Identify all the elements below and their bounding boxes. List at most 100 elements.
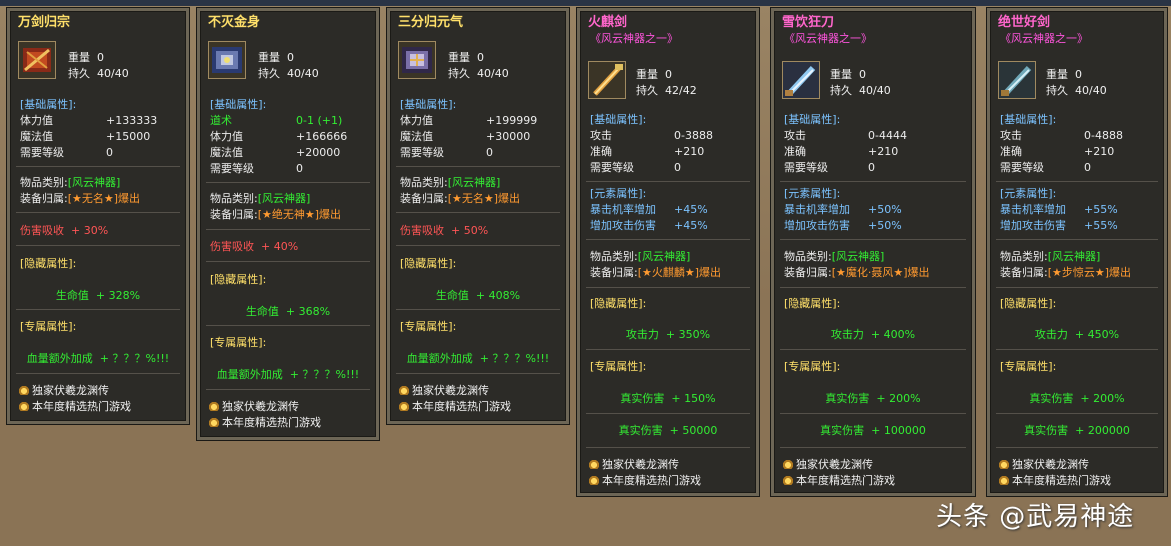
owner-label: 装备归属: xyxy=(20,192,68,205)
divider xyxy=(780,181,966,182)
attr-value: +45% xyxy=(674,219,708,232)
footer-text: 本年度精选热门游戏 xyxy=(412,400,511,413)
attr-value: +199999 xyxy=(486,114,538,127)
item-title: 不灭金身 xyxy=(208,15,261,30)
divider xyxy=(780,239,966,240)
attr-name: 体力值 xyxy=(20,114,53,127)
footer-line: 本年度精选热门游戏 xyxy=(782,473,895,489)
attr-name: 魔法值 xyxy=(20,130,53,143)
attr-row: 准确 +210 xyxy=(590,144,704,160)
divider xyxy=(586,349,750,350)
sword-item-icon xyxy=(998,61,1036,99)
footer-line: 独家伏羲龙渊传 xyxy=(782,457,873,473)
footer-line: 本年度精选热门游戏 xyxy=(588,473,701,489)
crown-icon xyxy=(588,475,600,485)
footer-line: 本年度精选热门游戏 xyxy=(398,399,511,415)
divider xyxy=(780,349,966,350)
category-value: [风云神器] xyxy=(67,176,121,189)
damage-absorb-text: 伤害吸收 + 40% xyxy=(210,240,299,253)
footer-text: 本年度精选热门游戏 xyxy=(602,474,701,487)
divider xyxy=(206,325,370,326)
owner-label: 装备归属: xyxy=(590,266,638,279)
hidden-attr-label: [隐藏属性]: xyxy=(590,297,647,310)
footer-line: 本年度精选热门游戏 xyxy=(18,399,131,415)
owner-label: 装备归属: xyxy=(784,266,832,279)
owner-value: [★魔化·聂风★]爆出 xyxy=(831,266,930,279)
element-attr-label: [元素属性]: xyxy=(1000,187,1057,200)
owner-label: 装备归属: xyxy=(1000,266,1048,279)
footer-text: 独家伏羲龙渊传 xyxy=(796,458,873,471)
attr-row: 需要等级 0 xyxy=(400,145,493,161)
owner-row: 装备归属:[★无名★]爆出 xyxy=(20,191,140,207)
hidden-attr-value: 生命值 + 368% xyxy=(245,305,331,318)
hidden-attr-value: 攻击力 + 450% xyxy=(1034,328,1120,341)
exclusive-attr-value: 真实伤害 + 200% xyxy=(825,392,921,405)
attr-row: 需要等级 0 xyxy=(1000,160,1091,176)
owner-row: 装备归属:[★步惊云★]爆出 xyxy=(1000,265,1131,281)
attr-value: +15000 xyxy=(106,130,151,143)
attr-value: +166666 xyxy=(296,130,348,143)
item-tooltip-wanjianguizong: 万剑归宗 重量 0 持久 40/40 [基础属性]: 体力值 +133333 魔法… xyxy=(6,7,190,425)
durability-text: 持久 40/40 xyxy=(1046,84,1107,97)
attr-value: +20000 xyxy=(296,146,341,159)
divider xyxy=(996,287,1158,288)
attr-value: +210 xyxy=(1084,145,1115,158)
owner-value: [★绝无神★]爆出 xyxy=(257,208,342,221)
crown-icon xyxy=(998,475,1010,485)
durability-text: 持久 40/40 xyxy=(68,67,129,80)
category-label: 物品类别: xyxy=(20,176,68,189)
footer-text: 独家伏羲龙渊传 xyxy=(1012,458,1089,471)
exclusive-attr-value: 血量额外加成 + ？？？%!!! xyxy=(216,368,360,381)
hidden-attr-value: 攻击力 + 400% xyxy=(830,328,916,341)
divider xyxy=(16,166,180,167)
attr-name: 暴击机率增加 xyxy=(784,203,850,216)
owner-row: 装备归属:[★无名★]爆出 xyxy=(400,191,520,207)
weight-text: 重量 0 xyxy=(258,51,294,64)
crown-icon xyxy=(208,401,220,411)
divider xyxy=(206,182,370,183)
weight-text: 重量 0 xyxy=(636,68,672,81)
crown-icon xyxy=(208,417,220,427)
category-row: 物品类别:[风云神器] xyxy=(590,249,690,265)
category-label: 物品类别: xyxy=(1000,250,1048,263)
footer-line: 独家伏羲龙渊传 xyxy=(208,399,299,415)
hidden-attr-label: [隐藏属性]: xyxy=(210,273,267,286)
item-title: 绝世好剑 xyxy=(998,15,1051,30)
attr-name: 增加攻击伤害 xyxy=(590,219,656,232)
hidden-attr-value: 生命值 + 408% xyxy=(435,289,521,302)
attr-value: 0-4888 xyxy=(1084,129,1123,142)
attr-name: 准确 xyxy=(590,145,612,158)
owner-row: 装备归属:[★魔化·聂风★]爆出 xyxy=(784,265,930,281)
attr-value: 0-3888 xyxy=(674,129,713,142)
attr-value: +50% xyxy=(868,203,902,216)
attr-row: 准确 +210 xyxy=(784,144,898,160)
divider xyxy=(996,181,1158,182)
attr-value: 0 xyxy=(868,161,875,174)
blade-item-icon xyxy=(782,61,820,99)
durability-text: 持久 40/40 xyxy=(830,84,891,97)
attr-name: 暴击机率增加 xyxy=(1000,203,1066,216)
owner-row: 装备归属:[★绝无神★]爆出 xyxy=(210,207,341,223)
durability-text: 持久 40/40 xyxy=(258,67,319,80)
divider xyxy=(396,245,560,246)
footer-text: 本年度精选热门游戏 xyxy=(1012,474,1111,487)
exclusive-attr-label: [专属属性]: xyxy=(784,360,841,373)
attr-name: 需要等级 xyxy=(210,162,254,175)
basic-attr-label: [基础属性]: xyxy=(1000,113,1057,126)
attr-row: 暴击机率增加 +50% xyxy=(784,202,902,218)
divider xyxy=(206,229,370,230)
hidden-attr-label: [隐藏属性]: xyxy=(400,257,457,270)
category-value: [风云神器] xyxy=(257,192,311,205)
attr-row: 体力值 +199999 xyxy=(400,113,537,129)
exclusive-attr-label: [专属属性]: xyxy=(400,320,457,333)
attr-name: 需要等级 xyxy=(400,146,444,159)
item-tooltip-sanfenguiyuanqi: 三分归元气 重量 0 持久 40/40 [基础属性]: 体力值 +199999 魔… xyxy=(386,7,570,425)
divider xyxy=(780,447,966,448)
armor-item-icon xyxy=(18,41,56,79)
exclusive-attr-value: 真实伤害 + 50000 xyxy=(618,424,718,437)
attr-name: 暴击机率增加 xyxy=(590,203,656,216)
attr-row: 暴击机率增加 +45% xyxy=(590,202,708,218)
category-row: 物品类别:[风云神器] xyxy=(784,249,884,265)
basic-attr-label: [基础属性]: xyxy=(210,98,267,111)
hidden-attr-value: 攻击力 + 350% xyxy=(625,328,711,341)
